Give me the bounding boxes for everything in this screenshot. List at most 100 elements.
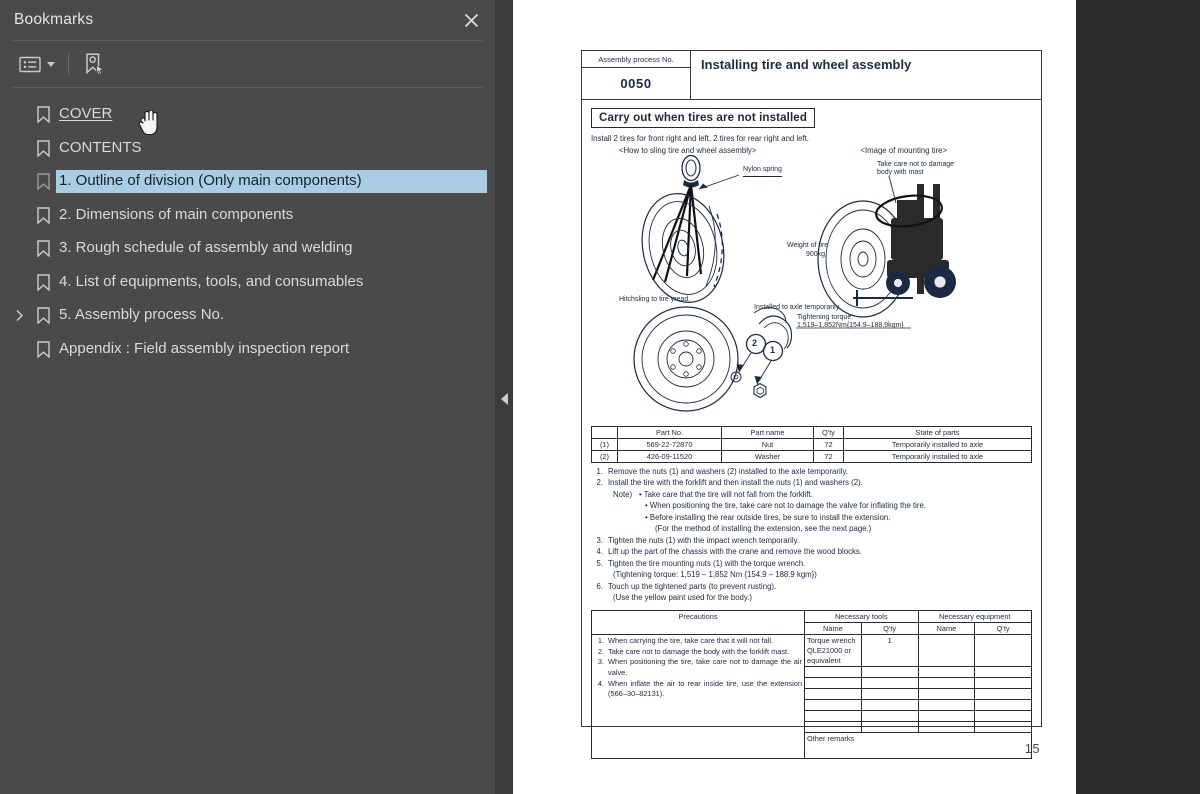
- step-5-cont: (Tightening torque: 1,519 – 1,852 Nm {15…: [613, 570, 817, 580]
- parts-r0c4: Temporarily installed to axle: [843, 438, 1032, 451]
- procedure-steps: 1. Remove the nuts (1) and washers (2) i…: [591, 466, 1032, 603]
- tool-row-2-qty: [860, 677, 919, 690]
- equip-row-3-qty: [974, 688, 1032, 701]
- precaution-3-text: When positioning the tire, take care not…: [608, 657, 802, 677]
- equip-row-2-name: [917, 677, 976, 690]
- tool-row-6-name: [804, 721, 862, 734]
- figure-caption-left: <How to sling tire and wheel assembly>: [619, 146, 757, 155]
- bookmark-icon: [30, 140, 56, 157]
- step-6-number: 6.: [596, 581, 603, 591]
- pdf-page: Assembly process No. 0050 Installing tir…: [513, 0, 1076, 794]
- label-weight-of-tire: Weight of tire: [787, 242, 829, 249]
- parts-r0c3: 72: [813, 438, 844, 451]
- process-no-cell: Assembly process No. 0050: [582, 51, 691, 99]
- precautions-cell: 1. When carrying the tire, take care tha…: [591, 634, 805, 760]
- other-remarks-cell: Other remarks: [804, 732, 1032, 760]
- equip-row-4-name: [917, 699, 976, 712]
- note-bullet-3-cont-row: (For the method of installing the extens…: [655, 523, 1032, 534]
- bookmark-item-contents[interactable]: CONTENTS: [0, 132, 495, 166]
- intro-line: Install 2 tires for front right and left…: [591, 134, 809, 143]
- precaution-4: 4. When inflate the air to rear inside t…: [594, 679, 802, 700]
- necessary-tools-header: Necessary tools: [804, 610, 919, 624]
- expander-placeholder: [8, 266, 30, 300]
- parts-r1c4: Temporarily installed to axle: [843, 450, 1032, 463]
- step-5: 5. Tighten the tire mounting nuts (1) wi…: [591, 558, 1032, 569]
- equipment-name-header: Name: [917, 622, 976, 636]
- parts-r0c2: Nut: [721, 438, 814, 451]
- precaution-1-text: When carrying the tire, take care that i…: [608, 636, 774, 646]
- tool-row-1-qty: [860, 666, 919, 679]
- equip-row-5-qty: [974, 710, 1032, 723]
- label-torque-2: 1,519–1,852Nm{154.9–188.9kgm}: [797, 322, 904, 329]
- equip-row-1-name: [917, 666, 976, 679]
- bookmark-item-appendix[interactable]: Appendix : Field assembly inspection rep…: [0, 333, 495, 367]
- equip-row-6-qty: [974, 721, 1032, 734]
- parts-r1c2: Washer: [721, 450, 814, 463]
- bookmark-item-assembly-process-no[interactable]: 5. Assembly process No.: [0, 299, 495, 333]
- tool-row-4-name: [804, 699, 862, 712]
- bookmark-icon: [30, 106, 56, 124]
- step-4-number: 4.: [596, 547, 603, 557]
- assembly-sheet: Assembly process No. 0050 Installing tir…: [581, 50, 1042, 760]
- tool-row-5-qty: [860, 710, 919, 723]
- figure-illustrations: [633, 154, 956, 412]
- table-row: (2) 426-09-11520 Washer 72 Temporarily i…: [591, 450, 1032, 463]
- bookmark-item-list-of-equipments[interactable]: 4. List of equipments, tools, and consum…: [0, 266, 495, 300]
- precaution-4-text: When inflate the air to rear inside tire…: [608, 678, 802, 699]
- note-bullet-1: • Take care that the tire will not fall …: [639, 489, 813, 499]
- bookmark-item-dimensions[interactable]: 2. Dimensions of main components: [0, 199, 495, 233]
- tool-row-2-name: [804, 677, 862, 690]
- precaution-2-text: Take care not to damage the body with th…: [608, 646, 790, 656]
- table-row: (1) 569-22-72870 Nut 72 Temporarily inst…: [591, 438, 1032, 451]
- precaution-4-number: 4.: [597, 678, 604, 688]
- select-bookmark-icon[interactable]: [81, 49, 108, 79]
- expander-placeholder: [8, 232, 30, 266]
- step-6: 6. Touch up the tightened parts (to prev…: [591, 581, 1032, 592]
- parts-r1c1: 426-09-11520: [617, 450, 722, 463]
- bookmark-icon: [30, 207, 56, 224]
- precautions-header: Precautions: [591, 610, 805, 636]
- label-balloon-2: 2: [752, 338, 758, 348]
- parts-r1c0: (2): [591, 450, 618, 463]
- step-1-number: 1.: [596, 467, 603, 476]
- precaution-3: 3. When positioning the tire, take care …: [594, 657, 802, 678]
- bookmark-icon: [30, 307, 56, 325]
- bookmark-label: 1. Outline of division (Only main compon…: [55, 169, 488, 195]
- bookmark-list: COVER CONTENTS 1. Outline of division (O…: [0, 88, 495, 366]
- chevron-down-icon[interactable]: [47, 61, 55, 67]
- bookmark-item-cover[interactable]: COVER: [0, 98, 495, 132]
- bookmark-item-outline-of-division[interactable]: 1. Outline of division (Only main compon…: [0, 165, 495, 199]
- collapse-panel-handle[interactable]: [495, 382, 513, 416]
- bookmark-icon: [30, 274, 56, 291]
- table-row: 1. When carrying the tire, take care tha…: [591, 634, 1032, 760]
- bookmark-label: CONTENTS: [59, 138, 142, 156]
- parts-r0c0: (1): [591, 438, 618, 451]
- precautions-tools-table: Precautions Necessary tools Necessary eq…: [591, 610, 1032, 760]
- tool-row-3-qty: [860, 688, 919, 701]
- list-options-icon[interactable]: [16, 49, 58, 79]
- tool-row-0-name: Torque wrench QLE21000 or equivalent: [804, 634, 862, 668]
- bookmark-icon: [30, 240, 56, 258]
- close-icon[interactable]: [457, 6, 485, 34]
- callout-box: Carry out when tires are not installed: [591, 108, 816, 128]
- step-1-text: Remove the nuts (1) and washers (2) inst…: [608, 467, 848, 476]
- equip-row-0-qty: [974, 634, 1032, 668]
- step-6-cont: (Use the yellow paint used for the body.…: [613, 592, 752, 602]
- chevron-right-icon[interactable]: [8, 299, 30, 333]
- step-5-number: 5.: [596, 558, 603, 568]
- step-5-text: Tighten the tire mounting nuts (1) with …: [608, 558, 806, 568]
- parts-th-2: Part name: [721, 426, 814, 439]
- tool-row-0-qty: 1: [860, 634, 919, 668]
- label-balloon-1: 1: [770, 345, 776, 355]
- bookmark-item-rough-schedule[interactable]: 3. Rough schedule of assembly and weldin…: [0, 232, 495, 266]
- note-line-1: Note) • Take care that the tire will not…: [613, 489, 1032, 500]
- step-4: 4. Lift up the part of the chassis with …: [591, 546, 1032, 557]
- process-no-value: 0050: [620, 76, 652, 91]
- bookmarks-toolbar: [0, 41, 495, 87]
- label-nylon-spring: Nylon spring: [743, 166, 782, 177]
- parts-th-1: Part No.: [617, 426, 722, 439]
- toolbar-separator: [68, 53, 69, 75]
- equip-row-0-name: [917, 634, 976, 668]
- step-6-text: Touch up the tightened parts (to prevent…: [608, 581, 777, 591]
- bookmark-label: Appendix : Field assembly inspection rep…: [59, 339, 350, 357]
